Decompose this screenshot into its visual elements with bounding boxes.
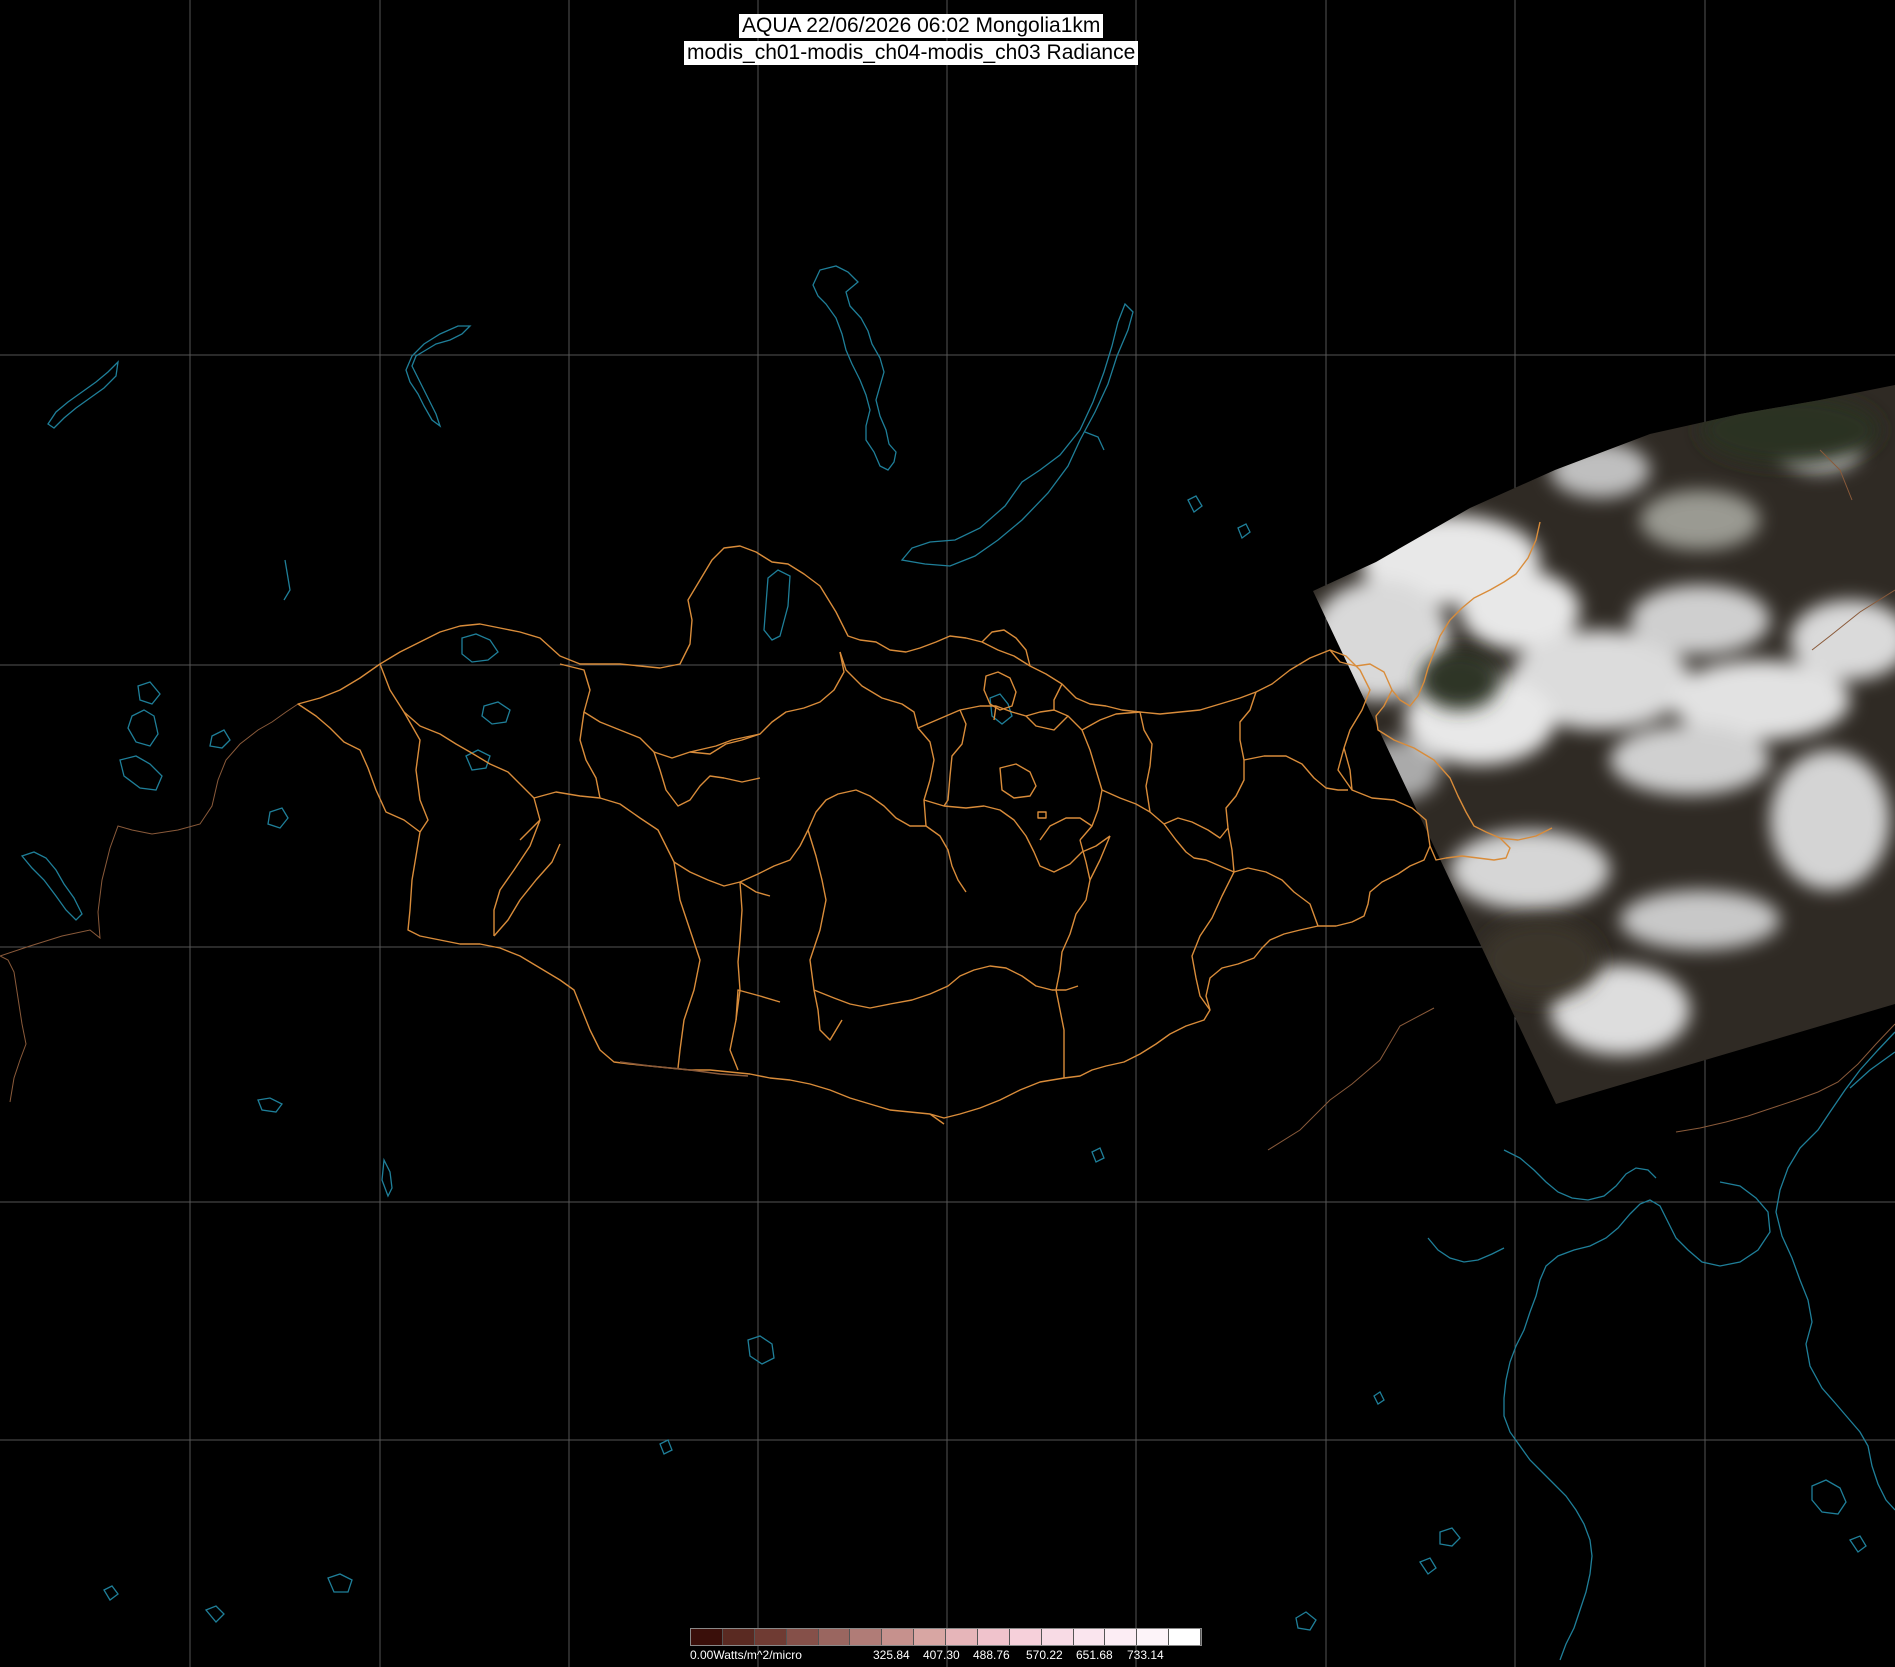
colorbar-swatch xyxy=(977,1629,1010,1645)
colorbar-swatch xyxy=(1009,1629,1042,1645)
colorbar-tick-label: 733.14 xyxy=(1127,1648,1164,1662)
colorbar-swatch xyxy=(1137,1629,1170,1645)
colorbar-tick-label: 651.68 xyxy=(1076,1648,1113,1662)
colorbar-swatch xyxy=(818,1629,851,1645)
map-canvas xyxy=(0,0,1895,1667)
colorbar-swatch xyxy=(1169,1629,1201,1645)
colorbar-swatch xyxy=(722,1629,755,1645)
colorbar-swatch xyxy=(754,1629,787,1645)
colorbar-tick-label: 407.30 xyxy=(923,1648,960,1662)
colorbar-unit-label: 0.00Watts/m^2/micro xyxy=(690,1648,802,1662)
colorbar-tick-label: 325.84 xyxy=(873,1648,910,1662)
colorbar-swatch xyxy=(850,1629,883,1645)
map-title-line1: AQUA 22/06/2026 06:02 Mongolia1km xyxy=(739,14,1104,38)
colorbar-swatch xyxy=(882,1629,915,1645)
colorbar-swatch xyxy=(691,1629,723,1645)
colorbar-legend: 0.00Watts/m^2/micro 325.84 407.30 488.76… xyxy=(690,1628,1202,1667)
colorbar-swatches xyxy=(690,1628,1202,1646)
colorbar-swatch xyxy=(786,1629,819,1645)
map-title-line2: modis_ch01-modis_ch04-modis_ch03 Radianc… xyxy=(684,41,1139,65)
colorbar-labels: 0.00Watts/m^2/micro 325.84 407.30 488.76… xyxy=(690,1648,1202,1662)
colorbar-swatch xyxy=(1041,1629,1074,1645)
colorbar-swatch xyxy=(946,1629,978,1645)
colorbar-swatch xyxy=(1105,1629,1138,1645)
colorbar-tick-label: 570.22 xyxy=(1026,1648,1063,1662)
colorbar-swatch xyxy=(914,1629,946,1645)
colorbar-tick-label: 488.76 xyxy=(973,1648,1010,1662)
colorbar-swatch xyxy=(1073,1629,1106,1645)
